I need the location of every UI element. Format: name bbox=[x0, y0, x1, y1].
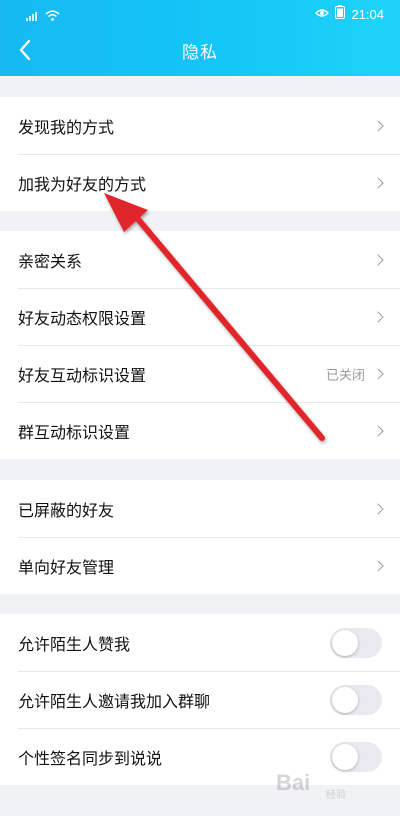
settings-row-friend-interaction-badges[interactable]: 好友互动标识设置 已关闭 bbox=[0, 345, 400, 402]
toggle-knob bbox=[332, 629, 358, 656]
settings-row-allow-stranger-likes: 允许陌生人赞我 bbox=[0, 614, 400, 671]
eye-icon bbox=[315, 7, 330, 22]
chevron-right-icon bbox=[372, 502, 384, 515]
settings-row-intimate-relations[interactable]: 亲密关系 bbox=[0, 231, 400, 288]
settings-group-blocked: 已屏蔽的好友 单向好友管理 bbox=[0, 480, 400, 594]
toggle-switch[interactable] bbox=[330, 741, 382, 772]
settings-row-label: 单向好友管理 bbox=[18, 557, 115, 577]
settings-row-one-way-friends[interactable]: 单向好友管理 bbox=[0, 537, 400, 594]
chevron-right-icon bbox=[372, 310, 384, 323]
settings-row-label: 允许陌生人邀请我加入群聊 bbox=[18, 691, 211, 711]
settings-row-discover-me[interactable]: 发现我的方式 bbox=[0, 97, 400, 154]
watermark-text: Bai bbox=[276, 770, 311, 795]
settings-row-label: 好友动态权限设置 bbox=[18, 308, 147, 328]
chevron-right-icon bbox=[372, 559, 384, 572]
status-right: 21:04 bbox=[315, 5, 384, 23]
settings-group-relations: 亲密关系 好友动态权限设置 好友互动标识设置 已关闭 群互动标识设置 bbox=[0, 231, 400, 459]
settings-row-feed-permissions[interactable]: 好友动态权限设置 bbox=[0, 288, 400, 345]
settings-row-group-interaction-badges[interactable]: 群互动标识设置 bbox=[0, 402, 400, 459]
settings-row-value: 已关闭 bbox=[325, 368, 365, 383]
settings-row-add-friend-method[interactable]: 加我为好友的方式 bbox=[0, 154, 400, 211]
chevron-right-icon bbox=[372, 176, 384, 189]
status-time: 21:04 bbox=[351, 6, 384, 22]
settings-row-label: 亲密关系 bbox=[18, 251, 83, 271]
chevron-right-icon bbox=[372, 424, 384, 437]
status-left bbox=[26, 6, 60, 25]
wifi-icon bbox=[45, 6, 60, 25]
chevron-right-icon bbox=[372, 367, 384, 380]
settings-row-label: 好友互动标识设置 bbox=[18, 365, 147, 385]
settings-row-label: 已屏蔽的好友 bbox=[18, 500, 115, 520]
status-bar: 21:04 bbox=[0, 0, 400, 26]
chevron-right-icon bbox=[372, 119, 384, 132]
nav-bar: 隐私 bbox=[0, 26, 400, 76]
settings-row-label: 群互动标识设置 bbox=[18, 422, 131, 442]
toggle-switch[interactable] bbox=[330, 627, 382, 658]
toggle-switch[interactable] bbox=[330, 684, 382, 715]
signal-icon bbox=[26, 6, 40, 25]
toggle-knob bbox=[332, 743, 358, 770]
toggle-knob bbox=[332, 686, 358, 713]
header: 21:04 隐私 bbox=[0, 0, 400, 76]
battery-icon bbox=[335, 5, 346, 23]
watermark-subtext: 经验 bbox=[326, 790, 346, 801]
settings-row-label: 加我为好友的方式 bbox=[18, 174, 147, 194]
settings-row-label: 个性签名同步到说说 bbox=[18, 748, 163, 768]
settings-row-label: 允许陌生人赞我 bbox=[18, 634, 131, 654]
settings-row-label: 发现我的方式 bbox=[18, 117, 115, 137]
page-title: 隐私 bbox=[182, 43, 218, 63]
watermark-logo: Bai 经验 bbox=[276, 768, 386, 802]
settings-group-discovery: 发现我的方式 加我为好友的方式 bbox=[0, 97, 400, 211]
settings-group-strangers: 允许陌生人赞我 允许陌生人邀请我加入群聊 个性签名同步到说说 bbox=[0, 614, 400, 785]
chevron-right-icon bbox=[372, 253, 384, 266]
settings-row-allow-stranger-group-invites: 允许陌生人邀请我加入群聊 bbox=[0, 671, 400, 728]
settings-row-blocked-friends[interactable]: 已屏蔽的好友 bbox=[0, 480, 400, 537]
